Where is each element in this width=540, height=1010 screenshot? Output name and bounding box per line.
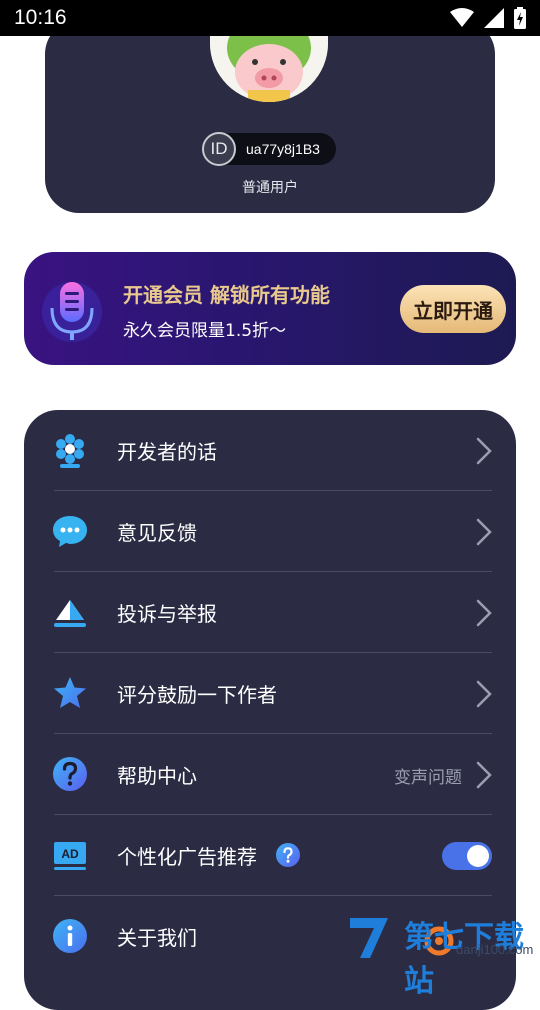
ad-icon: AD <box>54 842 86 870</box>
profile-card: ID ua77y8j1B3 普通用户 <box>45 10 495 213</box>
menu-item-personalized-ads: AD 个性化广告推荐 <box>24 815 516 896</box>
menu-label: 开发者的话 <box>117 440 217 464</box>
status-bar: 10:16 <box>0 0 540 36</box>
menu-label: 评分鼓励一下作者 <box>117 683 277 707</box>
svg-text:AD: AD <box>61 847 79 861</box>
vip-title: 开通会员 解锁所有功能 <box>123 283 330 307</box>
menu-label: 关于我们 <box>117 926 197 950</box>
user-id: ua77y8j1B3 <box>246 141 320 157</box>
menu-item-developer-note[interactable]: 开发者的话 <box>24 410 516 491</box>
menu-item-feedback[interactable]: 意见反馈 <box>24 491 516 572</box>
menu-label: 投诉与举报 <box>117 602 217 626</box>
status-time: 10:16 <box>14 6 67 29</box>
flower-icon <box>56 434 84 468</box>
chevron-right-icon <box>476 518 492 546</box>
vip-banner[interactable]: 开通会员 解锁所有功能 永久会员限量1.5折～ 立即开通 <box>24 252 516 365</box>
menu-label: 意见反馈 <box>117 521 197 545</box>
menu-item-rate-author[interactable]: 评分鼓励一下作者 <box>24 653 516 734</box>
watermark-url: danji100.com <box>456 942 534 957</box>
info-icon <box>53 919 87 953</box>
watermark: 第七下载站 danji100.com <box>344 912 540 998</box>
personalized-ads-toggle[interactable] <box>442 842 492 870</box>
chevron-right-icon <box>476 437 492 465</box>
report-icon <box>54 600 86 627</box>
menu-label: 帮助中心 <box>117 764 197 788</box>
menu-item-help-center[interactable]: 帮助中心 变声问题 <box>24 734 516 815</box>
chevron-right-icon <box>476 761 492 789</box>
user-level: 普通用户 <box>242 180 298 196</box>
toggle-knob <box>467 845 489 867</box>
chevron-right-icon <box>476 680 492 708</box>
vip-open-button[interactable]: 立即开通 <box>400 285 506 333</box>
watermark-logo-icon <box>350 918 388 958</box>
signal-icon <box>484 8 504 28</box>
question-icon <box>53 757 87 791</box>
menu-label: 个性化广告推荐 <box>117 845 257 869</box>
user-id-pill[interactable]: ID ua77y8j1B3 <box>202 132 336 166</box>
microphone-icon <box>42 282 102 342</box>
vip-subtitle: 永久会员限量1.5折～ <box>123 321 287 341</box>
menu-item-report[interactable]: 投诉与举报 <box>24 572 516 653</box>
status-icons <box>450 7 526 29</box>
star-icon <box>54 677 86 708</box>
help-center-value: 变声问题 <box>394 768 462 788</box>
battery-icon <box>514 7 526 29</box>
help-question-icon[interactable] <box>276 843 300 867</box>
chat-bubble-icon <box>53 516 87 547</box>
wifi-icon <box>450 8 474 27</box>
chevron-right-icon <box>476 599 492 627</box>
id-badge-icon: ID <box>202 132 236 166</box>
